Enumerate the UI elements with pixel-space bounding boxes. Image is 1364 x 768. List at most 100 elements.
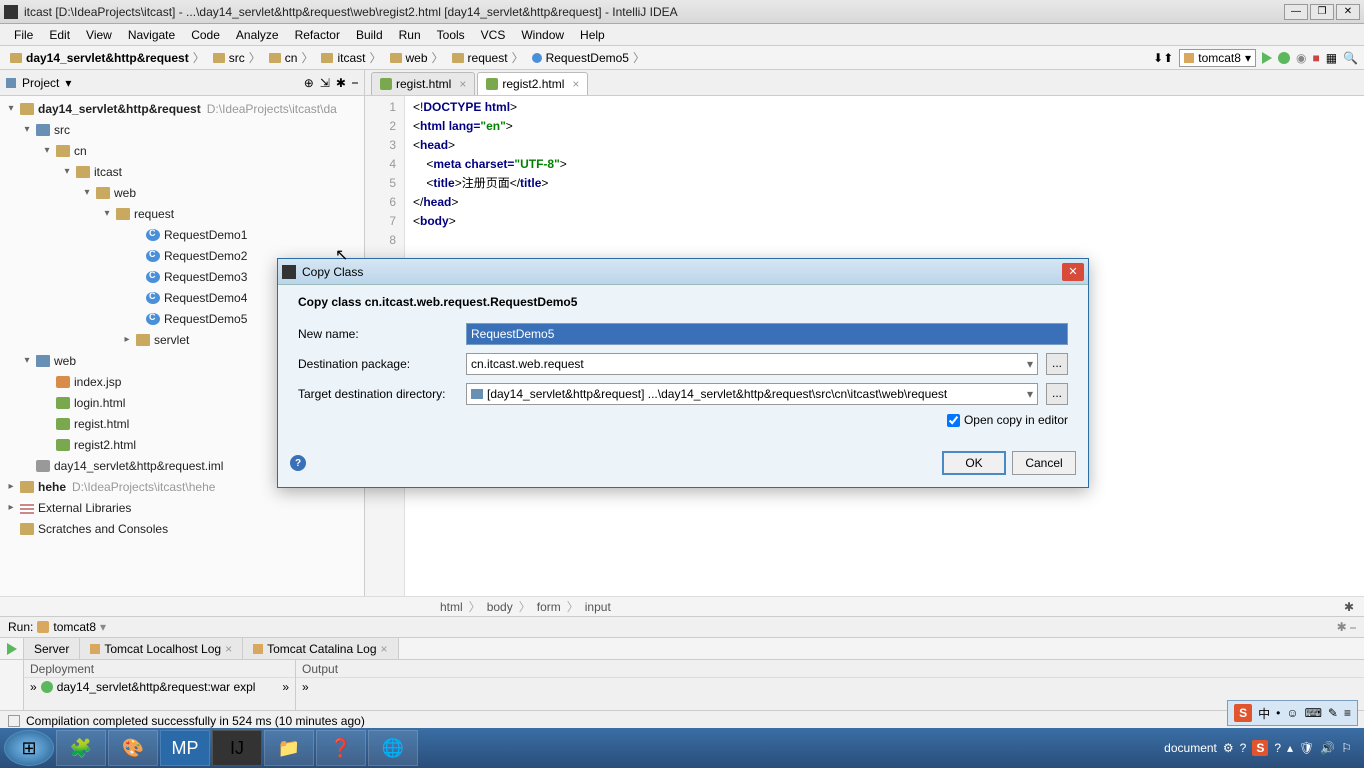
tray-question-icon[interactable]: ? — [1274, 741, 1281, 755]
task-intellij[interactable]: IJ — [212, 730, 262, 766]
crumb-html[interactable]: html — [440, 600, 463, 614]
editor-settings-icon[interactable]: ✱ — [1344, 600, 1354, 614]
minimize-button[interactable]: — — [1284, 4, 1308, 20]
run-button[interactable] — [1262, 52, 1272, 64]
menu-code[interactable]: Code — [183, 26, 228, 44]
rerun-button[interactable] — [7, 643, 17, 655]
menu-vcs[interactable]: VCS — [473, 26, 514, 44]
cancel-button[interactable]: Cancel — [1012, 451, 1076, 475]
dest-browse-button[interactable]: ... — [1046, 353, 1068, 375]
menu-edit[interactable]: Edit — [41, 26, 78, 44]
status-icon[interactable] — [8, 715, 20, 727]
ok-button[interactable]: OK — [942, 451, 1006, 475]
tree-itcast[interactable]: ▾itcast — [0, 161, 364, 182]
crumb-input[interactable]: input — [585, 600, 611, 614]
crumb-class[interactable]: RequestDemo5〉 — [528, 49, 649, 66]
tray-help-icon[interactable]: ? — [1240, 741, 1247, 755]
search-icon[interactable]: 🔍 — [1343, 51, 1358, 65]
start-button[interactable]: ⊞ — [4, 730, 54, 766]
tab-server[interactable]: Server — [24, 638, 80, 659]
menu-navigate[interactable]: Navigate — [120, 26, 183, 44]
dropdown-icon[interactable]: ▾ — [65, 76, 71, 90]
tray-sogou-icon[interactable]: S — [1252, 740, 1268, 756]
tree-request[interactable]: ▾request — [0, 203, 364, 224]
tree-cn[interactable]: ▾cn — [0, 140, 364, 161]
task-app-1[interactable]: 🧩 — [56, 730, 106, 766]
tree-module[interactable]: ▾day14_servlet&http&requestD:\IdeaProjec… — [0, 98, 364, 119]
tray-flag-icon[interactable]: ⚐ — [1341, 741, 1352, 755]
new-name-input[interactable] — [466, 323, 1068, 345]
tab-close-icon[interactable]: × — [572, 77, 579, 91]
target-dir-input[interactable]: [day14_servlet&http&request] ...\day14_s… — [466, 383, 1038, 405]
task-chrome[interactable]: 🌐 — [368, 730, 418, 766]
dropdown-icon[interactable]: ▾ — [100, 620, 106, 634]
tree-scratches[interactable]: Scratches and Consoles — [0, 518, 364, 539]
scroll-from-source-icon[interactable]: ⊕ — [304, 76, 314, 90]
close-button[interactable]: ✕ — [1336, 4, 1360, 20]
tab-localhost-log[interactable]: Tomcat Localhost Log× — [80, 638, 243, 659]
crumb-itcast[interactable]: itcast〉 — [317, 49, 385, 66]
menu-run[interactable]: Run — [391, 26, 429, 44]
menu-view[interactable]: View — [78, 26, 120, 44]
stop-button[interactable]: ■ — [1312, 51, 1319, 65]
collapse-icon[interactable]: ⇲ — [320, 76, 330, 90]
tree-src[interactable]: ▾src — [0, 119, 364, 140]
ime-toolbar[interactable]: S 中 • ☺ ⌨ ✎ ≡ — [1227, 700, 1358, 726]
ime-settings-icon[interactable]: ✎ — [1328, 706, 1338, 720]
tray-gear-icon[interactable]: ⚙ — [1223, 741, 1234, 755]
tab-regist2[interactable]: regist2.html× — [477, 72, 588, 95]
ime-menu-icon[interactable]: ≡ — [1344, 706, 1351, 720]
run-settings-icon[interactable]: ✱ ⎯ — [1337, 620, 1356, 635]
crumb-web[interactable]: web〉 — [386, 49, 448, 66]
sogou-icon[interactable]: S — [1234, 704, 1252, 722]
run-config-name[interactable]: tomcat8 — [53, 620, 96, 634]
crumb-module[interactable]: day14_servlet&http&request〉 — [6, 49, 209, 66]
tab-catalina-log[interactable]: Tomcat Catalina Log× — [243, 638, 398, 659]
deployment-row[interactable]: » day14_servlet&http&request:war expl » — [24, 678, 295, 696]
task-app-3[interactable]: MP — [160, 730, 210, 766]
task-app-2[interactable]: 🎨 — [108, 730, 158, 766]
dialog-close-button[interactable]: ✕ — [1062, 263, 1084, 281]
ime-keyboard-icon[interactable]: ⌨ — [1305, 706, 1322, 720]
dialog-titlebar[interactable]: Copy Class ✕ — [278, 259, 1088, 285]
tray-volume-icon[interactable]: 🔊 — [1320, 741, 1335, 755]
coverage-button[interactable]: ◉ — [1296, 51, 1306, 65]
crumb-request[interactable]: request〉 — [448, 49, 528, 66]
help-button[interactable]: ? — [290, 455, 306, 471]
crumb-form[interactable]: form — [537, 600, 561, 614]
crumb-body[interactable]: body — [487, 600, 513, 614]
menu-help[interactable]: Help — [572, 26, 613, 44]
task-explorer[interactable]: 📁 — [264, 730, 314, 766]
hide-icon[interactable]: ⎯ — [352, 75, 358, 90]
ime-emoji-icon[interactable]: ☺ — [1286, 706, 1298, 720]
tray-up-icon[interactable]: ▴ — [1287, 741, 1293, 755]
target-browse-button[interactable]: ... — [1046, 383, 1068, 405]
menu-build[interactable]: Build — [348, 26, 391, 44]
menu-analyze[interactable]: Analyze — [228, 26, 287, 44]
tab-regist[interactable]: regist.html× — [371, 72, 475, 95]
run-toolbar[interactable] — [0, 660, 24, 710]
crumb-src[interactable]: src〉 — [209, 49, 265, 66]
tree-web[interactable]: ▾web — [0, 182, 364, 203]
tree-extlib[interactable]: ▸External Libraries — [0, 497, 364, 518]
run-config-selector[interactable]: tomcat8 ▾ — [1179, 49, 1256, 67]
ime-punct-icon[interactable]: • — [1276, 706, 1280, 720]
menu-tools[interactable]: Tools — [429, 26, 473, 44]
crumb-cn[interactable]: cn〉 — [265, 49, 318, 66]
tree-class-1[interactable]: RequestDemo1 — [0, 224, 364, 245]
ime-cn-icon[interactable]: 中 — [1258, 705, 1270, 722]
dest-package-input[interactable]: cn.itcast.web.request▾ — [466, 353, 1038, 375]
project-structure-icon[interactable]: ▦ — [1326, 51, 1337, 65]
menu-file[interactable]: File — [6, 26, 41, 44]
task-help[interactable]: ❓ — [316, 730, 366, 766]
build-icon[interactable]: ⬇⬆ — [1153, 51, 1173, 65]
project-tool-header[interactable]: Project ▾ ⊕ ⇲ ✱ ⎯ — [0, 70, 365, 95]
settings-icon[interactable]: ✱ — [336, 76, 346, 90]
tab-close-icon[interactable]: × — [459, 77, 466, 91]
menu-window[interactable]: Window — [513, 26, 572, 44]
menu-refactor[interactable]: Refactor — [287, 26, 348, 44]
debug-button[interactable] — [1278, 52, 1290, 64]
tray-safe-icon[interactable]: 🛡 — [1299, 741, 1314, 755]
system-tray[interactable]: document ⚙ ? S ? ▴ 🛡 🔊 ⚐ — [1164, 740, 1360, 756]
maximize-button[interactable]: ❐ — [1310, 4, 1334, 20]
